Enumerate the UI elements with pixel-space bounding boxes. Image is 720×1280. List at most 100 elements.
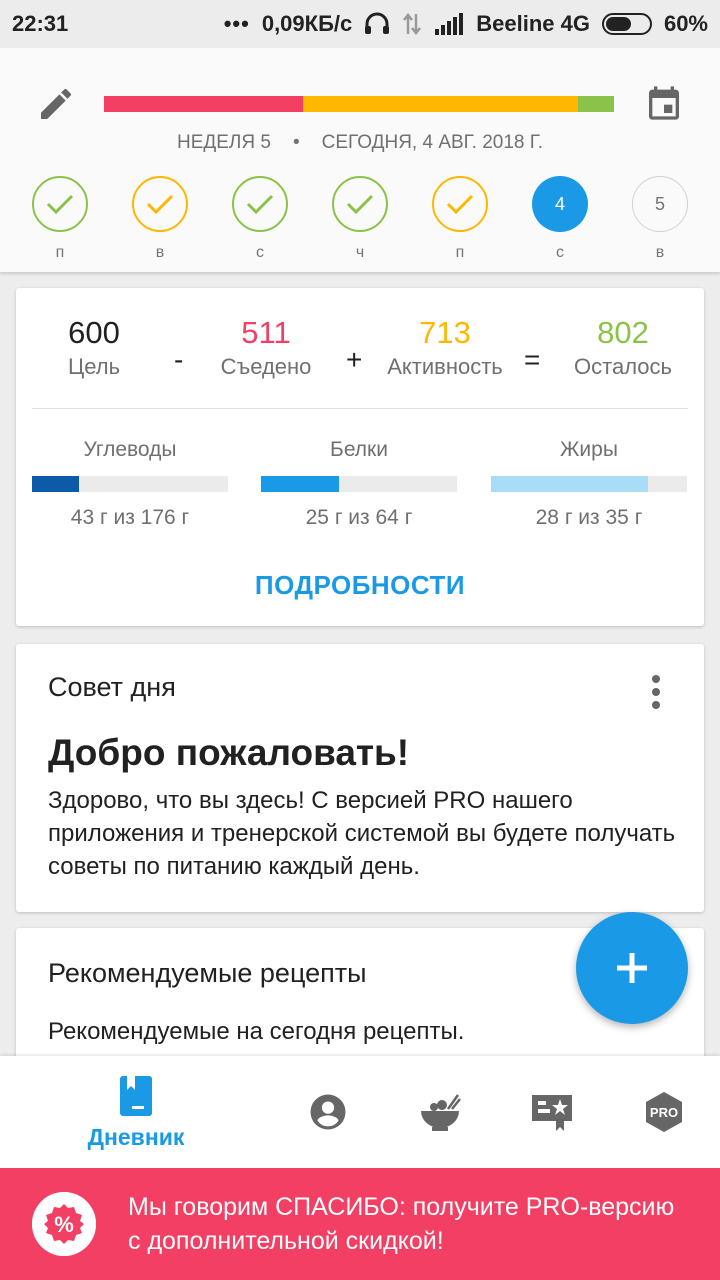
battery-icon — [601, 13, 652, 35]
macro-progress-fill — [261, 476, 340, 492]
calorie-equation: 600 Цель - 511 Съедено + 713 Активность … — [16, 314, 704, 394]
headphones-icon — [364, 12, 390, 36]
calorie-progress-bar — [104, 96, 614, 112]
macro-value: 43 г из 176 г — [70, 506, 190, 529]
macro-block: Углеводы 43 г из 176 г — [32, 438, 228, 530]
macro-block: Жиры 28 г из 35 г — [491, 438, 687, 530]
progress-segment-1 — [104, 96, 303, 112]
day-today-circle: 4 — [532, 176, 588, 232]
recipes-title: Рекомендуемые рецепты — [48, 958, 367, 988]
eaten-caption: Съедено — [220, 354, 312, 379]
day-item[interactable]: в — [130, 176, 190, 262]
macro-progress-bar — [491, 476, 687, 492]
details-button[interactable]: ПОДРОБНОСТИ — [16, 570, 704, 601]
nav-pro[interactable]: PRO — [624, 1056, 704, 1168]
minus-sign: - — [174, 344, 184, 375]
battery-percent: 60% — [663, 11, 708, 36]
remaining-block: 802 Осталось — [556, 314, 690, 380]
day-label: п — [55, 244, 65, 261]
status-time: 22:31 — [12, 11, 69, 36]
goal-caption: Цель — [67, 354, 121, 379]
day-item[interactable]: ч — [330, 176, 390, 262]
progress-segment-2 — [302, 96, 579, 112]
eaten-block: 511 Съедено — [202, 314, 330, 380]
bottom-navigation: Дневник PRO — [0, 1056, 720, 1168]
pro-icon: PRO — [646, 1092, 682, 1132]
network-speed: 0,09КБ/с — [261, 11, 353, 36]
day-item[interactable]: с — [230, 176, 290, 262]
macro-value: 25 г из 64 г — [305, 506, 413, 529]
activity-value: 713 — [419, 315, 471, 350]
macro-progress-fill — [491, 476, 648, 492]
macro-name: Жиры — [560, 438, 618, 461]
carrier-name: Beeline 4G — [476, 11, 590, 36]
day-item[interactable]: п — [430, 176, 490, 262]
nav-plans[interactable] — [512, 1056, 592, 1168]
macro-progress-bar — [261, 476, 457, 492]
macro-name: Углеводы — [83, 438, 177, 461]
day-check-icon — [232, 176, 288, 232]
tip-card-title: Совет дня — [48, 672, 176, 702]
promo-banner[interactable]: % Мы говорим СПАСИБО: получите PRO-верси… — [0, 1168, 720, 1280]
activity-caption: Активность — [387, 354, 503, 379]
day-label: в — [155, 244, 165, 261]
status-bar: 22:31 ••• 0,09КБ/с Beeline 4G 60% — [0, 0, 720, 48]
calendar-icon[interactable] — [644, 82, 684, 124]
tip-of-day-card: Совет дня Добро пожаловать! Здорово, что… — [16, 644, 704, 912]
day-future-circle: 5 — [632, 176, 688, 232]
day-check-icon — [432, 176, 488, 232]
pro-icon-text: PRO — [650, 1105, 678, 1120]
goal-block: 600 Цель — [34, 314, 154, 380]
summary-divider — [32, 408, 688, 409]
day-label: с — [256, 244, 264, 261]
day-item[interactable]: 5в — [630, 176, 690, 262]
date-label: СЕГОДНЯ, 4 АВГ. 2018 Г. — [321, 132, 543, 153]
goal-value: 600 — [68, 315, 120, 350]
day-label: ч — [355, 244, 365, 261]
add-entry-button[interactable] — [576, 912, 688, 1024]
remaining-value: 802 — [597, 315, 649, 350]
separator-dot: • — [292, 132, 300, 153]
tip-body: Здорово, что вы здесь! С версией PRO наш… — [48, 787, 676, 880]
nav-diary-label: Дневник — [87, 1123, 185, 1150]
day-check-icon — [32, 176, 88, 232]
remaining-caption: Осталось — [574, 354, 672, 379]
macro-value: 28 г из 35 г — [535, 506, 643, 529]
recipes-subtitle: Рекомендуемые на сегодня рецепты. — [48, 1018, 465, 1045]
discount-badge-icon: % — [32, 1192, 96, 1256]
more-vert-icon[interactable] — [646, 674, 666, 710]
edit-pencil-icon[interactable] — [36, 84, 76, 124]
day-check-icon — [332, 176, 388, 232]
diary-header: НЕДЕЛЯ 5 • СЕГОДНЯ, 4 АВГ. 2018 Г. пвсчп4с… — [0, 48, 720, 272]
eaten-value: 511 — [241, 315, 291, 350]
day-item[interactable]: 4с — [530, 176, 590, 262]
macro-block: Белки 25 г из 64 г — [261, 438, 457, 530]
status-right: ••• 0,09КБ/с Beeline 4G 60% — [224, 11, 708, 37]
macro-name: Белки — [330, 438, 388, 461]
nav-diary[interactable]: Дневник — [60, 1056, 212, 1168]
week-label: НЕДЕЛЯ 5 — [177, 132, 271, 153]
plans-icon — [532, 1095, 572, 1131]
calorie-summary-card: 600 Цель - 511 Съедено + 713 Активность … — [16, 288, 704, 626]
day-item[interactable]: п — [30, 176, 90, 262]
promo-text: Мы говорим СПАСИБО: получите PRO-версию … — [128, 1193, 675, 1255]
nav-profile[interactable] — [288, 1056, 368, 1168]
macro-progress-fill — [32, 476, 80, 492]
day-label: в — [655, 244, 665, 261]
equals-sign: = — [524, 344, 541, 375]
day-label: с — [556, 244, 564, 261]
day-check-icon — [132, 176, 188, 232]
tip-heading: Добро пожаловать! — [48, 732, 410, 773]
notification-dots: ••• — [223, 11, 250, 36]
progress-segment-3 — [578, 96, 614, 112]
week-date-row: НЕДЕЛЯ 5 • СЕГОДНЯ, 4 АВГ. 2018 Г. — [0, 132, 720, 154]
plus-sign: + — [346, 344, 363, 375]
signal-icon — [434, 13, 464, 35]
activity-block: 713 Активность — [372, 314, 518, 380]
diary-icon — [120, 1075, 152, 1116]
discount-symbol: % — [54, 1212, 74, 1237]
nav-recipes[interactable] — [400, 1056, 480, 1168]
plus-icon — [617, 953, 647, 983]
day-label: п — [455, 244, 465, 261]
data-transfer-icon — [402, 12, 422, 36]
